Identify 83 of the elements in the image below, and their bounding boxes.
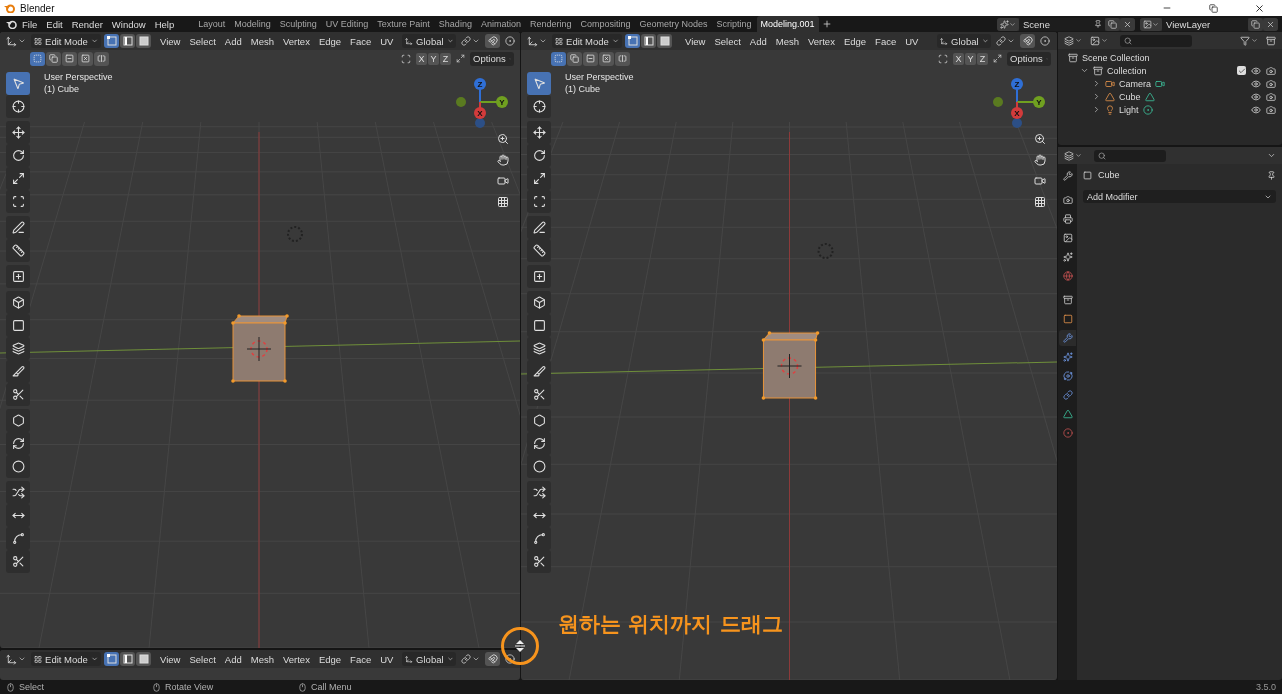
header-menu[interactable]: UV [377,653,397,665]
axis-toggle[interactable]: Y [965,52,976,65]
object-name: (1) Cube [44,84,80,94]
outliner-row[interactable]: Scene Collection [1058,51,1282,64]
header-menu[interactable]: View [157,653,184,665]
axis-toggle[interactable]: Z [440,52,451,65]
workspace-tab[interactable]: Shading [434,16,476,32]
outliner-label: Cube [1119,91,1141,102]
header-menu[interactable]: Edge [840,35,870,47]
annotation-text: 원하는 위치까지 드래그 [558,611,783,638]
gizmo-axis[interactable]: Y [479,96,508,108]
workspace-tab[interactable]: Sculpting [275,16,321,32]
view-name: User Perspective [565,72,634,82]
mode-dropdown[interactable]: Edit Mode [552,34,622,48]
header-menu[interactable]: Edge [315,35,345,47]
orientation-dropdown[interactable]: Global [402,34,457,48]
header-menu[interactable]: Mesh [772,35,802,47]
options-dropdown[interactable]: Options [470,51,514,66]
header-menu[interactable]: Face [347,35,375,47]
view-layer-field[interactable]: ViewLayer [1162,17,1248,31]
header-menu[interactable]: Vertex [804,35,838,47]
options-dropdown[interactable]: Options [1007,51,1051,66]
object-name: Cube [1098,170,1120,180]
outliner-row[interactable]: Cube [1058,90,1282,103]
header-menu[interactable]: Select [186,35,219,47]
header-menu[interactable]: Mesh [247,653,277,665]
outliner-label: Camera [1119,78,1151,89]
axis-toggle[interactable]: Z [977,52,988,65]
gizmo-axis[interactable]: Z [474,78,486,103]
outliner-row[interactable]: Camera [1058,77,1282,90]
workspace-tab[interactable]: UV Editing [321,16,373,32]
workspace-tab[interactable]: Animation [476,16,525,32]
scene-field[interactable]: Scene [1019,17,1105,31]
header-menu[interactable]: UV [377,35,397,47]
workspace-tab[interactable]: Geometry Nodes [635,16,712,32]
gizmo-axis[interactable]: Y [1016,96,1045,108]
menu-item[interactable]: Window [107,17,150,31]
workspace-tab[interactable]: Layout [194,16,230,32]
workspace-tab[interactable]: Rendering [525,16,576,32]
outliner-label: Light [1119,104,1139,115]
header-menu[interactable]: Face [872,35,900,47]
workspace-tab[interactable]: Modeling.001 [756,16,819,32]
workspace-tab[interactable]: Modeling [230,16,275,32]
workspace-tab[interactable]: Compositing [576,16,635,32]
workspace-tab[interactable]: Scripting [712,16,756,32]
header-menu[interactable]: Mesh [247,35,277,47]
header-menu[interactable]: Add [221,35,245,47]
axis-toggle[interactable]: X [953,52,964,65]
axis-toggle[interactable]: X [416,52,427,65]
header-menu[interactable]: View [682,35,709,47]
header-menu[interactable]: Edge [315,653,345,665]
header-menu[interactable]: Add [221,653,245,665]
workspace-tab[interactable]: Texture Paint [373,16,434,32]
menu-item[interactable]: Help [150,17,179,31]
status-hint: Rotate View [165,682,214,692]
mode-dropdown[interactable]: Edit Mode [31,34,101,48]
outliner-row[interactable]: Light [1058,103,1282,116]
object-name: (1) Cube [565,84,601,94]
mode-dropdown[interactable]: Edit Mode [31,652,101,666]
orientation-dropdown[interactable]: Global [402,652,457,666]
gizmo-axis[interactable]: Z [1011,78,1023,103]
add-modifier-dropdown[interactable]: Add Modifier [1083,190,1276,203]
header-menu[interactable]: UV [902,35,922,47]
menu-item[interactable]: File [18,17,42,31]
orientation-dropdown[interactable]: Global [937,34,992,48]
status-hint: Call Menu [311,682,352,692]
menu-item[interactable]: Edit [42,17,67,31]
outliner-label: Collection [1107,65,1147,76]
header-menu[interactable]: Select [186,653,219,665]
header-menu[interactable]: Face [347,653,375,665]
header-menu[interactable]: View [157,35,184,47]
header-menu[interactable]: Select [711,35,744,47]
outliner-label: Scene Collection [1082,52,1150,63]
header-menu[interactable]: Vertex [279,653,313,665]
header-menu[interactable]: Vertex [279,35,313,47]
version-label: 3.5.0 [1255,682,1276,692]
window-title: Blender [20,2,55,14]
view-name: User Perspective [44,72,113,82]
header-menu[interactable]: Add [746,35,770,47]
axis-toggle[interactable]: Y [428,52,439,65]
outliner-row[interactable]: Collection [1058,64,1282,77]
status-hint: Select [19,682,44,692]
menu-item[interactable]: Render [67,17,107,31]
